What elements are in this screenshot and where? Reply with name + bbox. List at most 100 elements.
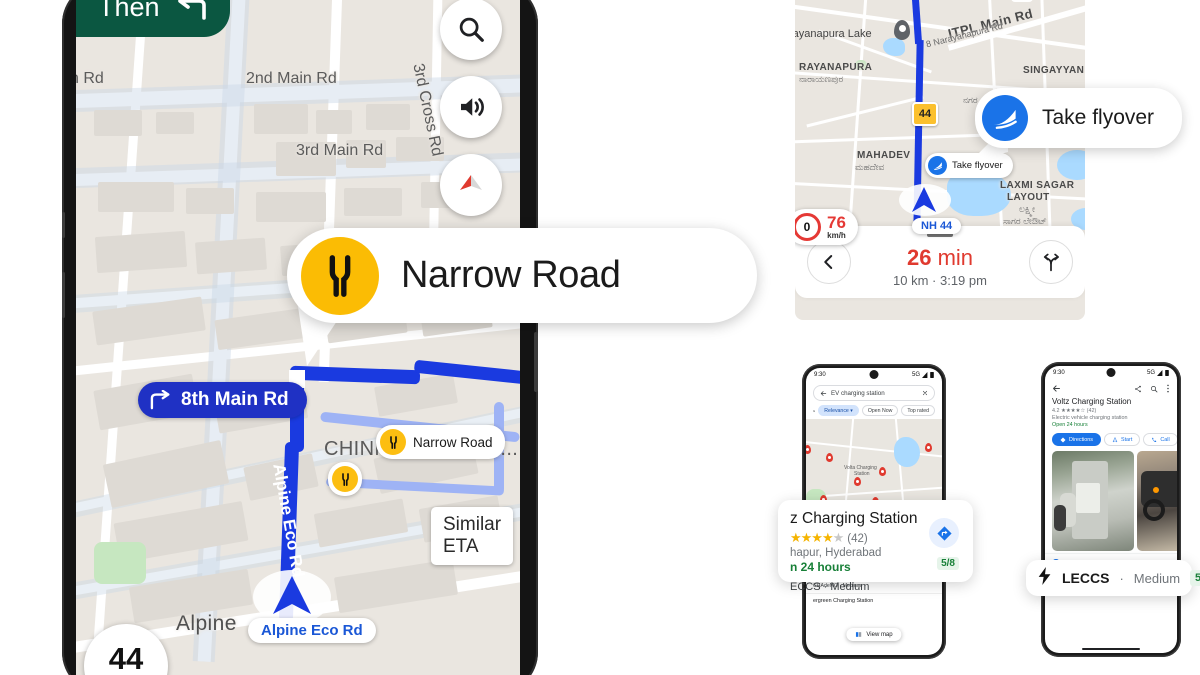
- device-button-power[interactable]: [534, 332, 538, 392]
- eta-block: 26 min 10 km · 3:19 pm: [851, 237, 1029, 288]
- directions-icon: [936, 525, 952, 541]
- alternate-routes-icon: [1043, 253, 1059, 272]
- leccs-name: LECCS: [1062, 570, 1110, 586]
- place-photo[interactable]: [1052, 451, 1134, 551]
- narrow-road-map-marker-2[interactable]: [328, 462, 362, 496]
- nav-label-nagara2-kn: ನಗರ: [963, 95, 978, 105]
- status-time: 9:30: [1053, 370, 1065, 376]
- view-map-button[interactable]: View map: [846, 628, 902, 641]
- turn-right-arrow-icon: [150, 390, 170, 410]
- nh44-road-pill[interactable]: NH 44: [912, 218, 962, 234]
- sound-icon: [461, 98, 484, 116]
- narrow-road-icon: [301, 236, 379, 315]
- nav-panel: rayanapura Lake ITPL Main Rd 8 Narayanap…: [795, 0, 1085, 320]
- map-pin[interactable]: [806, 445, 811, 454]
- highway-shield-top: [1011, 0, 1033, 2]
- turn-left-arrow-icon: [177, 0, 206, 20]
- list-item-partial[interactable]: ergreen Charging Station: [806, 593, 942, 608]
- take-flyover-callout[interactable]: Take flyover: [975, 88, 1183, 148]
- place-open-status: Open 24 hours: [1052, 422, 1088, 428]
- search-icon: [459, 17, 484, 42]
- back-arrow-icon[interactable]: [820, 390, 827, 397]
- narrow-road-callout[interactable]: Narrow Road: [287, 228, 757, 323]
- start-button[interactable]: Start: [1103, 433, 1141, 446]
- filter-chip-top-rated[interactable]: Top rated: [901, 405, 935, 416]
- map-pin[interactable]: [879, 467, 886, 476]
- nav-label-rayanapura: RAYANAPURA: [799, 62, 873, 73]
- search-icon[interactable]: [1150, 385, 1158, 393]
- photo-strip[interactable]: [1045, 446, 1177, 551]
- alternate-routes-button[interactable]: [1029, 240, 1073, 284]
- call-button[interactable]: Call: [1143, 433, 1177, 446]
- compass-button[interactable]: [440, 154, 502, 216]
- device-button-mute[interactable]: [62, 212, 65, 238]
- speed-value: 44: [108, 640, 144, 675]
- nav-label-laxmi-sagar: LAXMI SAGAR: [1000, 180, 1075, 191]
- then-label: Then: [98, 0, 160, 22]
- flyover-icon: [982, 95, 1028, 141]
- search-input[interactable]: EV charging station: [813, 385, 935, 401]
- filter-chip-row: Relevance ▾ Open Now Top rated: [806, 401, 942, 419]
- station-review-count: (42): [847, 533, 868, 545]
- similar-eta-line2: ETA: [443, 535, 479, 557]
- camera-notch: [1106, 368, 1116, 377]
- back-button[interactable]: [807, 240, 851, 284]
- action-button-row: Directions Start Call: [1045, 428, 1177, 446]
- signal-icon: [922, 372, 928, 378]
- directions-icon: [1060, 437, 1066, 442]
- nav-position-arrow: [912, 187, 936, 212]
- narrow-road-map-marker[interactable]: Narrow Road: [376, 425, 505, 459]
- station-open: n 24 hours: [790, 560, 851, 574]
- narrow-road-marker-label: Narrow Road: [413, 434, 493, 450]
- search-button[interactable]: [440, 0, 502, 60]
- destination-road-pill[interactable]: Alpine Eco Rd: [248, 618, 376, 643]
- back-arrow-icon[interactable]: [1052, 384, 1061, 393]
- flyover-icon: [928, 156, 947, 175]
- current-position-arrow: [273, 576, 311, 614]
- eta-time-unit: min: [937, 244, 974, 270]
- tune-icon[interactable]: [813, 407, 816, 415]
- place-photo[interactable]: [1137, 451, 1177, 551]
- station-stars-filled: ★★★★: [790, 530, 834, 545]
- map-pin[interactable]: [826, 453, 833, 462]
- place-rating: 4.2 ★★★★☆ (42): [1052, 408, 1097, 414]
- navigation-icon: [1112, 436, 1118, 443]
- then-banner[interactable]: Then: [76, 0, 230, 37]
- narrow-road-icon: [380, 429, 406, 455]
- bolt-icon: [1038, 566, 1052, 590]
- map-label-road: n Rd: [76, 70, 104, 87]
- battery-icon: [930, 372, 934, 378]
- station-plug: ECCS · Medium: [790, 581, 870, 593]
- nav-label-mahadev: MAHADEV: [857, 150, 911, 161]
- narrow-road-icon: [332, 466, 358, 492]
- chevron-left-icon: [824, 255, 833, 269]
- screenshot-root: n Rd 2nd Main Rd 3rd Cross Rd 3rd Main R…: [0, 0, 1200, 675]
- call-label: Call: [1160, 436, 1170, 443]
- ev-detail-phone-screen: 9:30 5G Voltz Charging Station 4.2 ★★★★☆…: [1045, 366, 1177, 653]
- leccs-overlay-card[interactable]: LECCS · Medium 5/8: [1026, 560, 1200, 596]
- turn-banner-8th-main-rd[interactable]: 8th Main Rd: [138, 382, 307, 418]
- battery-icon: [1165, 370, 1169, 376]
- directions-button[interactable]: [929, 518, 959, 548]
- leccs-separator: ·: [1119, 570, 1124, 586]
- filter-chip-open-now[interactable]: Open Now: [861, 405, 899, 416]
- share-icon[interactable]: [1134, 385, 1142, 393]
- sound-button[interactable]: [440, 76, 502, 138]
- map-icon: [855, 632, 862, 637]
- more-vert-icon[interactable]: [1166, 384, 1170, 393]
- device-button-volume[interactable]: [62, 272, 65, 318]
- station-overlay-card[interactable]: z Charging Station ★★★★★ (42) hapur, Hyde…: [778, 500, 973, 593]
- filter-chip-relevance[interactable]: Relevance ▾: [818, 405, 859, 416]
- availability-badge: 5/8: [1190, 570, 1200, 586]
- directions-button[interactable]: Directions: [1052, 433, 1101, 446]
- ev-detail-phone-device: 9:30 5G Voltz Charging Station 4.2 ★★★★☆…: [1041, 362, 1181, 657]
- close-icon[interactable]: [922, 390, 928, 396]
- status-network: 5G: [911, 372, 920, 378]
- map-pin[interactable]: [925, 443, 932, 452]
- eta-time-value: 26: [906, 244, 932, 270]
- phone-icon: [1152, 437, 1157, 442]
- similar-eta-label[interactable]: Similar ETA: [431, 507, 514, 565]
- home-indicator: [1082, 648, 1140, 650]
- take-flyover-callout-label: Take flyover: [1042, 106, 1155, 129]
- map-pin[interactable]: [854, 477, 861, 486]
